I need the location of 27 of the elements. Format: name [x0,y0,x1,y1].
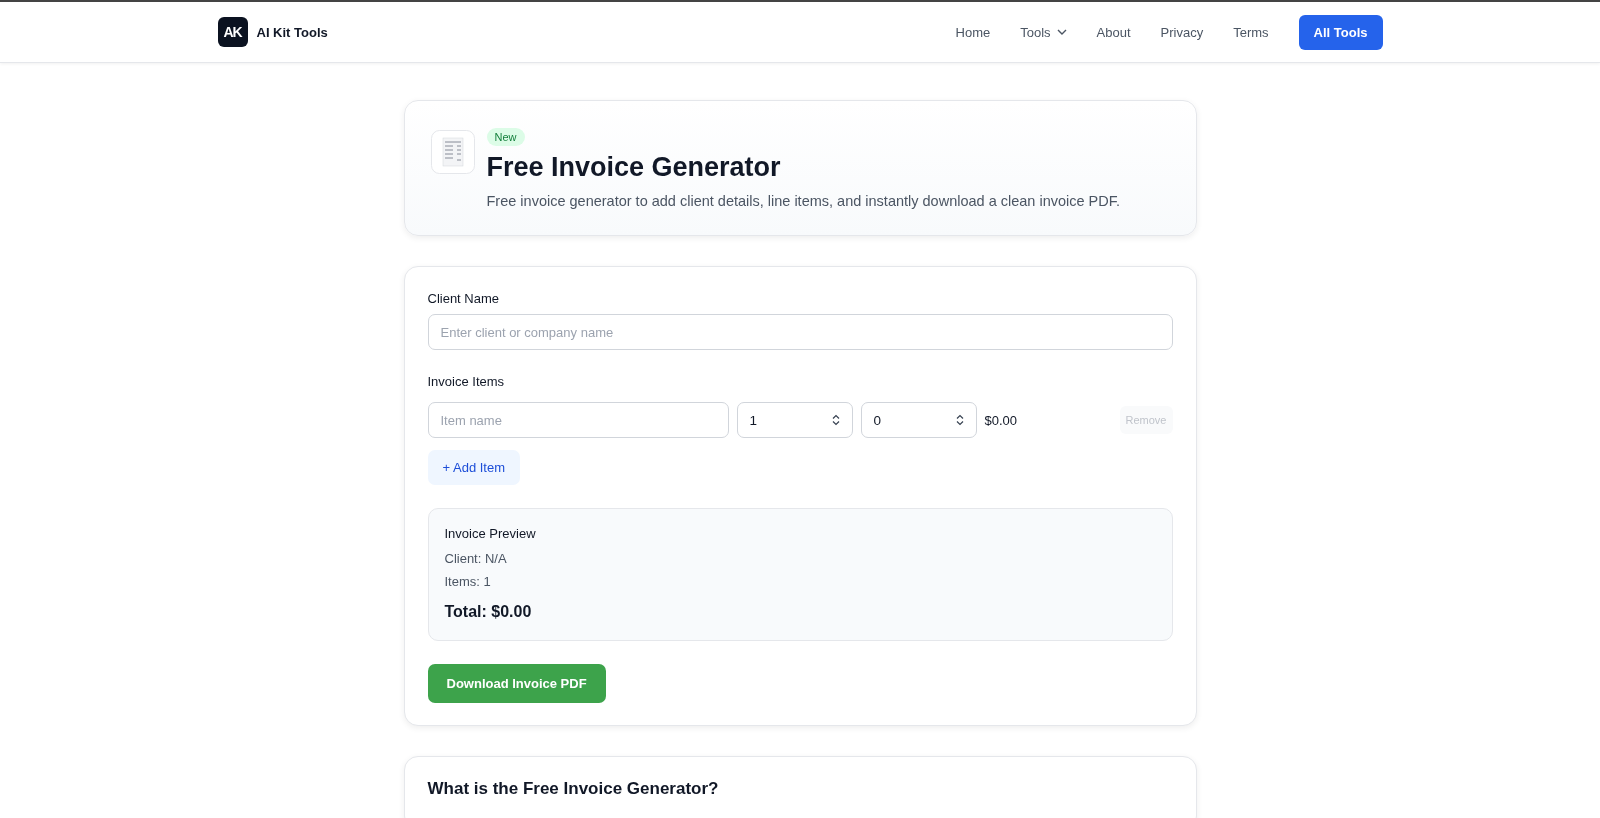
all-tools-button[interactable]: All Tools [1298,14,1383,50]
spinner-icon [831,414,840,426]
invoice-items-label: Invoice Items [427,374,505,389]
spinner-icon [955,414,964,426]
nav-link[interactable]: Terms [1233,24,1269,40]
new-badge: New [486,128,525,146]
receipt-icon [430,130,475,174]
nav-link[interactable]: Tools [1020,24,1067,40]
brand-name[interactable]: AI Kit Tools [256,24,328,40]
page-title: Free Invoice Generator [486,152,781,183]
item-amount: $0.00 [984,412,1019,428]
logo-icon[interactable]: AK [217,17,248,47]
nav-link[interactable]: Home [955,24,991,40]
preview-client: Client: N/A [444,551,508,566]
price-field[interactable]: 0 [860,402,977,438]
page-description: Free invoice generator to add client details, line items, and instantly download a clean invoice PDF. [486,193,1121,209]
client-name-label: Client Name [427,291,500,306]
add-item-button[interactable]: + Add Item [427,450,520,485]
preview-title: Invoice Preview [444,526,537,541]
section-heading: What is the Free Invoice Generator? [427,779,720,799]
nav-link[interactable]: About [1096,24,1131,40]
client-name-field[interactable]: Enter client or company name [427,314,1173,350]
preview-total: Total: $0.00 [444,603,533,621]
preview-items: Items: 1 [444,574,492,589]
nav-link[interactable]: Privacy [1160,24,1204,40]
quantity-field[interactable]: 1 [736,402,853,438]
item-name-field[interactable]: Item name [427,402,729,438]
